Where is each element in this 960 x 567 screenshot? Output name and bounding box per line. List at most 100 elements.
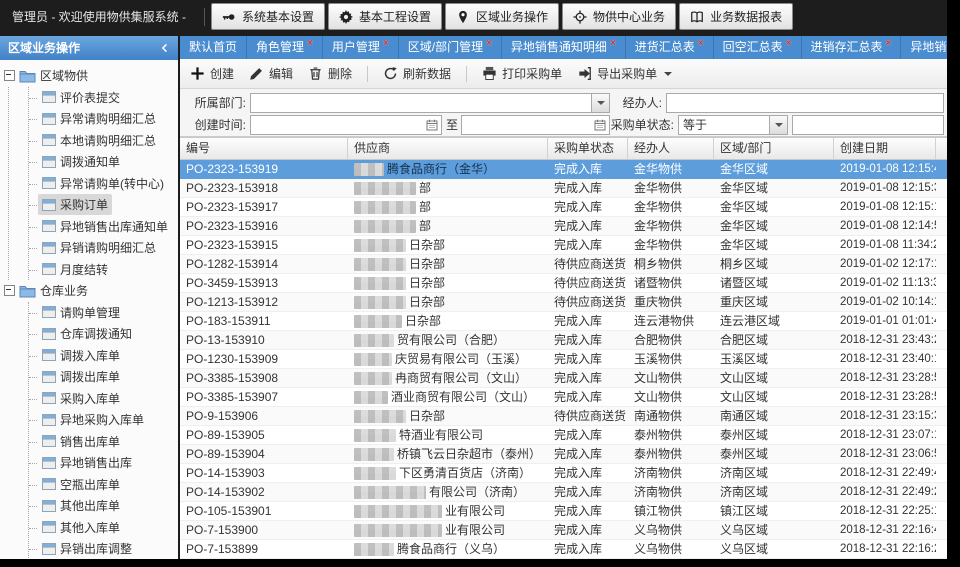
table-row[interactable]: PO-1282-153914日杂部待供应商送货桐乡物供桐乡区域2019-01-0…: [180, 255, 947, 274]
column-header[interactable]: 采购单状态: [548, 138, 628, 159]
redacted-supplier-block: [354, 448, 394, 461]
sidebar-tree: 区域物供评价表提交异常请购明细汇总本地请购明细汇总调拨通知单异常请购单(转中心)…: [0, 60, 178, 559]
table-row[interactable]: PO-14-153903下区勇清百货店（济南）完成入库济南物供济南区域2018-…: [180, 464, 947, 483]
table-row[interactable]: PO-2323-153916部完成入库金华物供金华区域2019-01-08 12…: [180, 217, 947, 236]
sidebar-item[interactable]: 异常请购单(转中心): [29, 173, 178, 195]
menu-button-project-settings[interactable]: 基本工程设置: [328, 3, 442, 30]
sidebar-item[interactable]: 请购单管理: [29, 302, 178, 324]
collapse-expander-icon[interactable]: [4, 70, 15, 81]
tab-item[interactable]: 默认首页: [180, 36, 247, 59]
table-row[interactable]: PO-14-153902有限公司（济南）完成入库济南物供济南区域2018-12-…: [180, 483, 947, 502]
create-button[interactable]: 创建: [190, 65, 234, 82]
sidebar-item[interactable]: 异销出库调整: [29, 538, 178, 559]
tree-folder-row[interactable]: 区域物供: [0, 65, 178, 87]
sidebar-item[interactable]: 销售出库单: [29, 431, 178, 453]
column-header[interactable]: 编号: [180, 138, 348, 159]
status-operator-select[interactable]: 等于: [678, 115, 788, 135]
tab-close-icon[interactable]: ×: [383, 36, 389, 55]
collapse-sidebar-icon[interactable]: [160, 43, 170, 53]
sidebar-item[interactable]: 其他出库单: [29, 495, 178, 517]
cell-supplier: 日杂部: [348, 274, 548, 292]
sidebar-item[interactable]: 空瓶出库单: [29, 474, 178, 496]
tab-item[interactable]: 进货汇总表×: [626, 36, 714, 59]
sidebar-item[interactable]: 采购订单: [29, 194, 178, 216]
sidebar-item[interactable]: 采购入库单: [29, 388, 178, 410]
tab-close-icon[interactable]: ×: [610, 36, 616, 55]
tab-item[interactable]: 区域/部门管理×: [399, 36, 502, 59]
print-button[interactable]: 打印采购单: [482, 65, 562, 82]
table-row[interactable]: PO-3385-153908冉商贸有限公司（文山）完成入库文山物供文山区域201…: [180, 369, 947, 388]
sidebar-item[interactable]: 异地销售出库: [29, 452, 178, 474]
tab-item[interactable]: 进销存汇总表×: [802, 36, 902, 59]
sidebar-item[interactable]: 异地采购入库单: [29, 409, 178, 431]
table-row[interactable]: PO-9-153906日杂部待供应商送货南通物供南通区域2018-12-31 2…: [180, 407, 947, 426]
sidebar-item[interactable]: 调拨出库单: [29, 366, 178, 388]
tab-close-icon[interactable]: ×: [786, 36, 792, 55]
table-row[interactable]: PO-13-153910贸有限公司（合肥）完成入库合肥物供合肥区域2018-12…: [180, 331, 947, 350]
edit-button[interactable]: 编辑: [249, 65, 293, 82]
table-row[interactable]: PO-1213-153912日杂部待供应商送货重庆物供重庆区域2019-01-0…: [180, 293, 947, 312]
tab-close-icon[interactable]: ×: [307, 36, 313, 55]
menu-button-label: 物供中心业务: [593, 8, 665, 25]
sidebar-item[interactable]: 异地销售出库通知单: [29, 216, 178, 238]
table-row[interactable]: PO-7-153900业有限公司完成入库义乌物供义乌区域2018-12-31 2…: [180, 521, 947, 540]
table-row[interactable]: PO-7-153899腾食品商行（义乌）完成入库义乌物供义乌区域2018-12-…: [180, 540, 947, 559]
operator-input[interactable]: [666, 93, 944, 113]
chevron-down-icon[interactable]: [591, 94, 609, 112]
created-to-input[interactable]: [461, 115, 610, 135]
column-header[interactable]: 创建日期: [834, 138, 936, 159]
sidebar-item[interactable]: 其他入库单: [29, 517, 178, 539]
table-row[interactable]: PO-1230-153909庆贸易有限公司（玉溪）完成入库玉溪物供玉溪区域201…: [180, 350, 947, 369]
status-value-input[interactable]: [792, 115, 944, 135]
table-row[interactable]: PO-3385-153907酒业商贸有限公司（文山）完成入库文山物供文山区域20…: [180, 388, 947, 407]
cell-status: 完成入库: [548, 350, 628, 368]
sidebar-item[interactable]: 仓库调拨通知: [29, 323, 178, 345]
collapse-expander-icon[interactable]: [4, 285, 15, 296]
menu-button-supply-center[interactable]: 物供中心业务: [562, 3, 676, 30]
refresh-button[interactable]: 刷新数据: [383, 65, 451, 82]
menu-button-data-reports[interactable]: 业务数据报表: [679, 3, 793, 30]
table-row[interactable]: PO-2323-153917部完成入库金华物供金华区域2019-01-08 12…: [180, 198, 947, 217]
export-button[interactable]: 导出采购单: [577, 65, 672, 82]
table-row[interactable]: PO-3459-153913日杂部待供应商送货诸暨物供诸暨区域2019-01-0…: [180, 274, 947, 293]
tree-node: 其他出库单: [38, 495, 124, 516]
menu-button-region-operations[interactable]: 区域业务操作: [445, 3, 559, 30]
cell-operator: 桐乡物供: [628, 255, 714, 273]
cell-region: 玉溪区域: [714, 350, 834, 368]
cell-created-date: 2019-01-02 11:13:36: [834, 274, 936, 292]
delete-button[interactable]: 删除: [308, 65, 352, 82]
tab-close-icon[interactable]: ×: [698, 36, 704, 55]
tab-item[interactable]: 角色管理×: [247, 36, 323, 59]
table-row[interactable]: PO-2323-153918部完成入库金华物供金华区域2019-01-08 12…: [180, 179, 947, 198]
tab-item[interactable]: 回空汇总表×: [714, 36, 802, 59]
table-row[interactable]: PO-89-153905特酒业有限公司完成入库泰州物供泰州区域2018-12-3…: [180, 426, 947, 445]
tab-item[interactable]: 异地销售调整明细×: [901, 36, 947, 59]
sidebar-item[interactable]: 异常请购明细汇总: [29, 108, 178, 130]
chevron-down-icon[interactable]: [769, 116, 787, 134]
tab-item[interactable]: 用户管理×: [323, 36, 399, 59]
column-header[interactable]: 区域/部门: [714, 138, 834, 159]
table-row[interactable]: PO-105-153901业有限公司完成入库镇江物供镇江区域2018-12-31…: [180, 502, 947, 521]
tab-close-icon[interactable]: ×: [486, 36, 492, 55]
table-row[interactable]: PO-2323-153919腾食品商行（金华）完成入库金华物供金华区域2019-…: [180, 160, 947, 179]
column-header[interactable]: 供应商: [348, 138, 548, 159]
menu-button-system-settings[interactable]: 系统基本设置: [211, 3, 325, 30]
sidebar-item[interactable]: 异销请购明细汇总: [29, 237, 178, 259]
supplier-visible-text: 下区勇清百货店（济南）: [399, 464, 531, 482]
sidebar-item[interactable]: 调拨入库单: [29, 345, 178, 367]
cell-supplier: 日杂部: [348, 236, 548, 254]
tab-item[interactable]: 异地销售通知明细×: [502, 36, 626, 59]
column-header[interactable]: 经办人: [628, 138, 714, 159]
created-from-input[interactable]: [250, 115, 442, 135]
sidebar-item[interactable]: 评价表提交: [29, 87, 178, 109]
tree-folder-row[interactable]: 仓库业务: [0, 280, 178, 302]
table-row[interactable]: PO-2323-153915日杂部完成入库金华物供金华区域2019-01-08 …: [180, 236, 947, 255]
sidebar-item[interactable]: 月度结转: [29, 259, 178, 281]
department-select[interactable]: [250, 93, 610, 113]
calendar-icon[interactable]: [424, 117, 440, 133]
sidebar-item[interactable]: 本地请购明细汇总: [29, 130, 178, 152]
table-row[interactable]: PO-89-153904桥镇飞云日杂超市（泰州）完成入库泰州物供泰州区域2018…: [180, 445, 947, 464]
tab-close-icon[interactable]: ×: [886, 36, 892, 55]
table-row[interactable]: PO-183-153911日杂部完成入库连云港物供连云港区域2019-01-01…: [180, 312, 947, 331]
sidebar-item[interactable]: 调拨通知单: [29, 151, 178, 173]
